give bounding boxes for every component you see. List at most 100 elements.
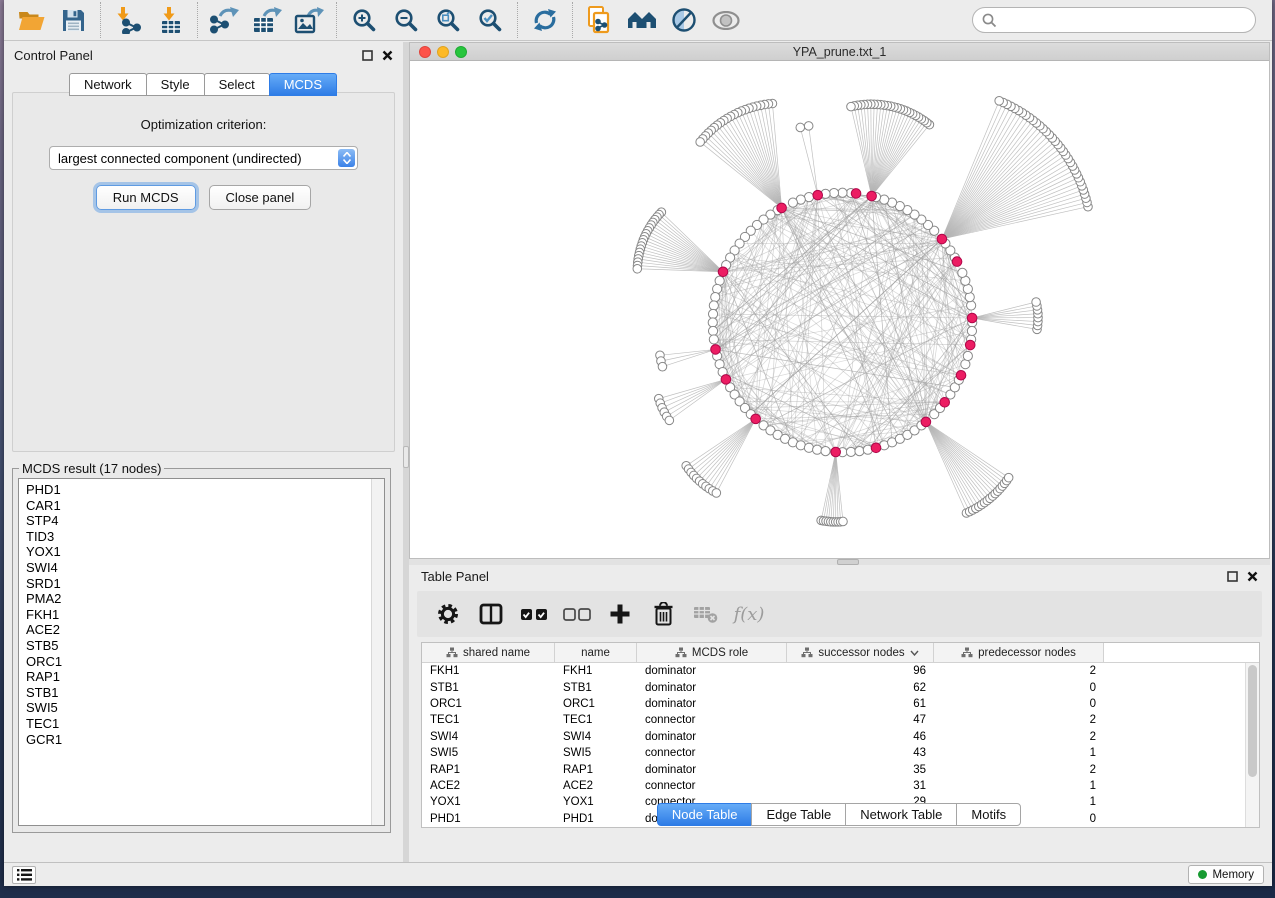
import-network-icon xyxy=(114,6,142,34)
zoom-out-button[interactable] xyxy=(385,3,427,37)
tab-style[interactable]: Style xyxy=(146,73,205,96)
export-image-button[interactable] xyxy=(288,3,330,37)
show-graphics-details-button[interactable] xyxy=(705,3,747,37)
criterion-select[interactable]: largest connected component (undirected) xyxy=(49,146,358,170)
close-panel-icon[interactable] xyxy=(1247,571,1258,582)
task-history-button[interactable] xyxy=(12,866,36,884)
cell-shared_name: SWI5 xyxy=(422,747,555,759)
open-file-button[interactable] xyxy=(10,3,52,37)
save-icon xyxy=(62,9,85,32)
import-network-button[interactable] xyxy=(107,3,149,37)
column-header-successor-nodes[interactable]: successor nodes xyxy=(787,643,934,663)
unselect-all-columns-button[interactable] xyxy=(560,597,594,631)
window-close-button[interactable] xyxy=(419,46,431,58)
add-row-button[interactable] xyxy=(603,597,637,631)
mcds-result-item[interactable]: SWI4 xyxy=(26,560,370,576)
tab-motifs[interactable]: Motifs xyxy=(956,803,1021,826)
unchecked-boxes-icon xyxy=(563,608,591,621)
sort-desc-icon xyxy=(910,650,919,656)
import-table-button[interactable] xyxy=(149,3,191,37)
column-header-predecessor-nodes[interactable]: predecessor nodes xyxy=(934,643,1104,663)
column-header-filler xyxy=(1104,643,1259,663)
mcds-result-item[interactable]: TEC1 xyxy=(26,716,370,732)
network-overview-button[interactable] xyxy=(621,3,663,37)
cell-successor_nodes: 31 xyxy=(787,780,934,792)
tab-network-table[interactable]: Network Table xyxy=(845,803,957,826)
column-header-name[interactable]: name xyxy=(555,643,637,663)
mcds-result-item[interactable]: GCR1 xyxy=(26,732,370,748)
zoom-selected-icon xyxy=(478,8,503,33)
mcds-result-item[interactable]: SRD1 xyxy=(26,576,370,592)
window-zoom-button[interactable] xyxy=(455,46,467,58)
mcds-result-item[interactable]: TID3 xyxy=(26,529,370,545)
mcds-result-item[interactable]: SWI5 xyxy=(26,700,370,716)
tab-select[interactable]: Select xyxy=(204,73,270,96)
mcds-list-scrollbar[interactable] xyxy=(371,479,384,825)
scrollbar-thumb[interactable] xyxy=(1248,665,1257,777)
tab-network[interactable]: Network xyxy=(69,73,147,96)
open-folder-icon xyxy=(18,9,45,32)
mcds-result-item[interactable]: RAP1 xyxy=(26,669,370,685)
export-table-button[interactable] xyxy=(246,3,288,37)
table-row[interactable]: ORC1ORC1dominator610 xyxy=(422,696,1245,712)
mcds-result-item[interactable]: STB1 xyxy=(26,685,370,701)
tab-mcds[interactable]: MCDS xyxy=(269,73,337,96)
table-row[interactable]: ACE2ACE2connector311 xyxy=(422,778,1245,794)
refresh-view-button[interactable] xyxy=(524,3,566,37)
table-row[interactable]: SWI4SWI4dominator462 xyxy=(422,729,1245,745)
network-graph[interactable] xyxy=(410,62,1269,558)
close-panel-icon[interactable] xyxy=(382,50,393,61)
delete-table-button xyxy=(689,597,723,631)
tab-edge-table[interactable]: Edge Table xyxy=(751,803,846,826)
table-settings-button[interactable] xyxy=(431,597,465,631)
hide-graphics-details-button[interactable] xyxy=(663,3,705,37)
close-panel-button[interactable]: Close panel xyxy=(209,185,312,210)
float-panel-icon[interactable] xyxy=(362,50,373,61)
show-columns-button[interactable] xyxy=(474,597,508,631)
toolbar-separator xyxy=(517,2,518,38)
cell-shared_name: RAP1 xyxy=(422,764,555,776)
node-table: shared namenameMCDS rolesuccessor nodesp… xyxy=(421,642,1260,828)
search-input[interactable] xyxy=(997,13,1246,27)
delete-row-button[interactable] xyxy=(646,597,680,631)
zoom-in-button[interactable] xyxy=(343,3,385,37)
memory-button[interactable]: Memory xyxy=(1188,865,1264,884)
mcds-result-item[interactable]: PHD1 xyxy=(26,482,370,498)
function-icon: f(x) xyxy=(734,604,765,625)
cell-predecessor_nodes: 2 xyxy=(934,731,1104,743)
export-network-icon xyxy=(210,6,240,34)
save-session-button[interactable] xyxy=(52,3,94,37)
mcds-result-title: MCDS result (17 nodes) xyxy=(19,461,164,476)
network-canvas[interactable] xyxy=(410,62,1269,558)
select-all-columns-button[interactable] xyxy=(517,597,551,631)
table-row[interactable]: RAP1RAP1dominator352 xyxy=(422,761,1245,777)
zoom-fit-button[interactable] xyxy=(427,3,469,37)
float-panel-icon[interactable] xyxy=(1227,571,1238,582)
mcds-result-item[interactable]: PMA2 xyxy=(26,591,370,607)
mcds-result-item[interactable]: STB5 xyxy=(26,638,370,654)
table-row[interactable]: FKH1FKH1dominator962 xyxy=(422,663,1245,679)
network-window-titlebar[interactable]: YPA_prune.txt_1 xyxy=(410,43,1269,61)
cell-shared_name: STB1 xyxy=(422,682,555,694)
table-row[interactable]: STB1STB1dominator620 xyxy=(422,679,1245,695)
table-row[interactable]: SWI5SWI5connector431 xyxy=(422,745,1245,761)
cell-predecessor_nodes: 1 xyxy=(934,780,1104,792)
mcds-result-item[interactable]: FKH1 xyxy=(26,607,370,623)
export-network-button[interactable] xyxy=(204,3,246,37)
table-row[interactable]: TEC1TEC1connector472 xyxy=(422,712,1245,728)
mcds-result-item[interactable]: YOX1 xyxy=(26,544,370,560)
run-mcds-button[interactable]: Run MCDS xyxy=(96,185,196,210)
mcds-result-item[interactable]: ORC1 xyxy=(26,654,370,670)
mcds-result-item[interactable]: ACE2 xyxy=(26,622,370,638)
cell-predecessor_nodes: 2 xyxy=(934,714,1104,726)
cell-name: ACE2 xyxy=(555,780,637,792)
window-minimize-button[interactable] xyxy=(437,46,449,58)
zoom-selected-button[interactable] xyxy=(469,3,511,37)
column-header-MCDS-role[interactable]: MCDS role xyxy=(637,643,787,663)
tab-node-table[interactable]: Node Table xyxy=(657,803,753,826)
share-document-button[interactable] xyxy=(579,3,621,37)
column-header-shared-name[interactable]: shared name xyxy=(422,643,555,663)
cell-name: TEC1 xyxy=(555,714,637,726)
mcds-result-item[interactable]: STP4 xyxy=(26,513,370,529)
mcds-result-item[interactable]: CAR1 xyxy=(26,498,370,514)
